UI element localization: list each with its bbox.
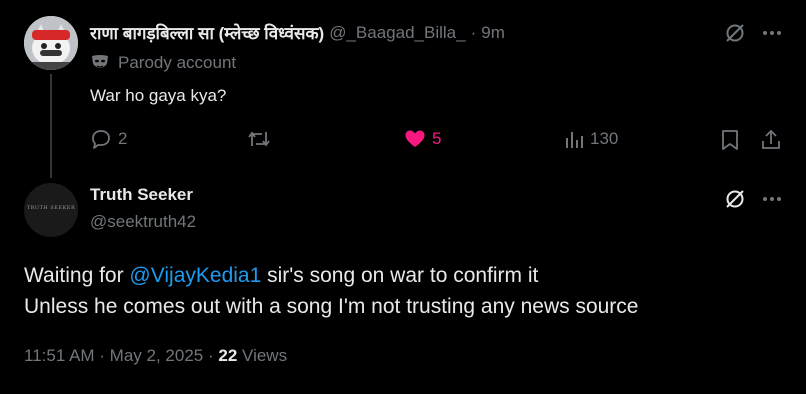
tweet2-text: Waiting for @VijayKedia1 sir's song on w… bbox=[24, 260, 638, 322]
avatar-cat-icon bbox=[24, 16, 78, 70]
more-icon[interactable] bbox=[758, 188, 786, 210]
share-icon[interactable] bbox=[759, 127, 783, 151]
handle[interactable]: @_Baagad_Billa_ bbox=[329, 23, 465, 43]
thread-line bbox=[50, 74, 52, 178]
tweet2-line2: Unless he comes out with a song I'm not … bbox=[24, 295, 639, 318]
reply-icon bbox=[90, 128, 112, 150]
mask-icon bbox=[90, 54, 110, 72]
retweet-button[interactable] bbox=[247, 128, 271, 150]
grok-icon[interactable] bbox=[722, 187, 748, 211]
tweet-text: Waiting for bbox=[24, 264, 130, 287]
avatar[interactable] bbox=[24, 16, 78, 70]
grok-icon[interactable] bbox=[722, 21, 748, 45]
time-ago[interactable]: 9m bbox=[481, 23, 505, 43]
tweet-text: sir's song on war to confirm it bbox=[261, 264, 539, 287]
reply-count: 2 bbox=[118, 129, 128, 148]
views-icon bbox=[564, 128, 584, 150]
retweet-icon bbox=[247, 128, 271, 150]
parody-label: Parody account bbox=[118, 53, 237, 72]
bookmark-icon[interactable] bbox=[718, 128, 742, 152]
display-name[interactable]: Truth Seeker bbox=[90, 185, 193, 205]
more-icon[interactable] bbox=[758, 22, 786, 44]
avatar-text: TRUTH SEEKER bbox=[26, 205, 76, 211]
display-name[interactable]: राणा बागड़बिल्ला सा (म्लेच्छ विध्वंसक) bbox=[90, 21, 324, 44]
views-button[interactable]: 130 bbox=[564, 128, 618, 150]
timestamp[interactable]: 11:51 AM · May 2, 2025 bbox=[24, 346, 203, 365]
separator: · bbox=[470, 22, 477, 42]
parody-badge: Parody account bbox=[90, 53, 236, 73]
like-count: 5 bbox=[432, 129, 442, 148]
like-button[interactable]: 5 bbox=[404, 128, 441, 150]
tweet2-meta: 11:51 AM · May 2, 2025 · 22 Views bbox=[24, 346, 287, 366]
avatar[interactable]: TRUTH SEEKER bbox=[24, 183, 78, 237]
views-label: Views bbox=[242, 346, 288, 365]
views-count: 22 bbox=[218, 346, 238, 365]
views-count: 130 bbox=[590, 129, 619, 148]
handle[interactable]: @seektruth42 bbox=[90, 212, 196, 232]
heart-icon bbox=[404, 128, 426, 150]
mention-link[interactable]: @VijayKedia1 bbox=[129, 264, 261, 287]
tweet1-text: War ho gaya kya? bbox=[90, 86, 227, 105]
reply-button[interactable]: 2 bbox=[90, 128, 127, 150]
separator: · bbox=[207, 346, 214, 365]
tweet2-line1: Waiting for @VijayKedia1 sir's song on w… bbox=[24, 260, 638, 291]
tweet1-header: राणा बागड़बिल्ला सा (म्लेच्छ विध्वंसक) @… bbox=[90, 21, 505, 44]
